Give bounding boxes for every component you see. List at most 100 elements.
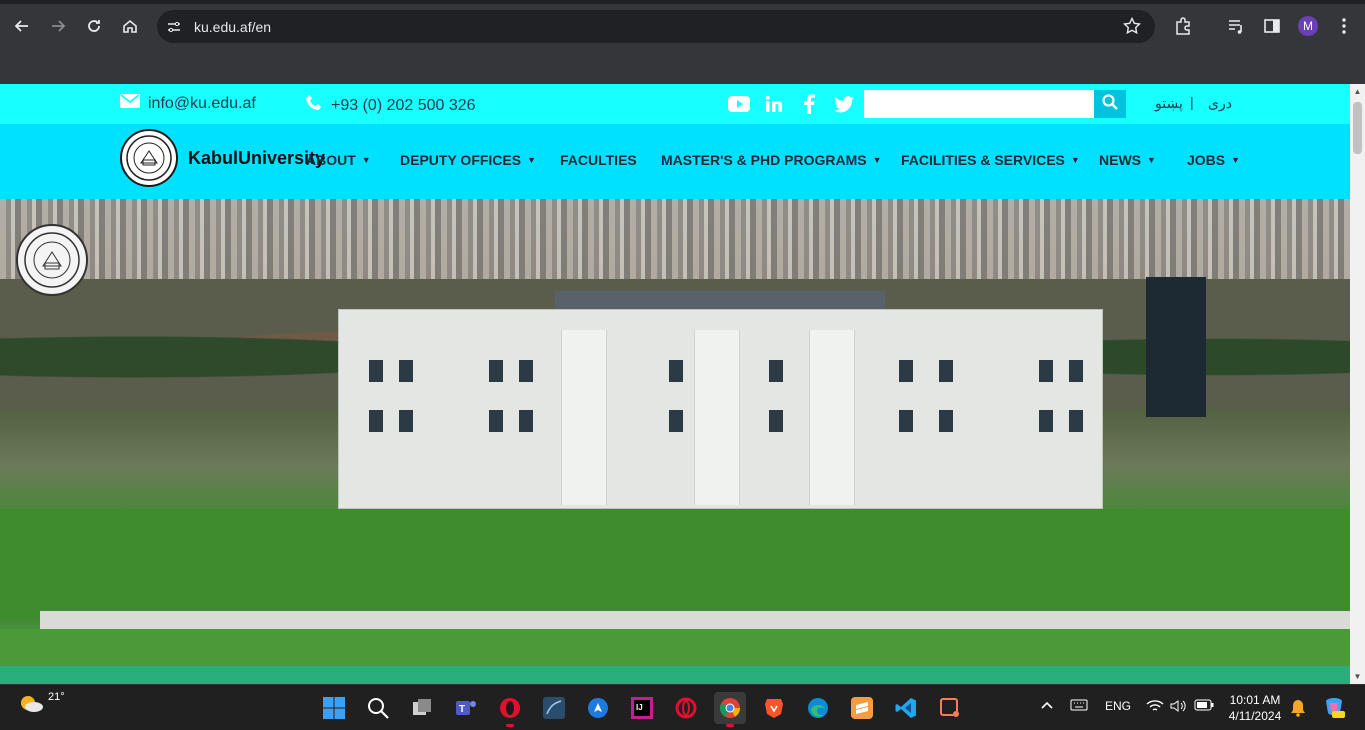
nav-facilities-services-label: FACILITIES & SERVICES — [901, 152, 1065, 168]
facebook-icon[interactable] — [798, 94, 820, 114]
chevron-down-icon: ▼ — [361, 155, 371, 165]
language-indicator[interactable]: ENG — [1105, 699, 1131, 713]
nav-news[interactable]: NEWS ▼ — [1099, 152, 1156, 168]
brand-name[interactable]: KabulUniversity — [188, 148, 325, 169]
youtube-icon[interactable] — [728, 94, 750, 114]
page-scrollbar[interactable]: ▲ ▼ — [1350, 84, 1365, 684]
nav-deputy-offices[interactable]: DEPUTY OFFICES ▼ — [400, 152, 536, 168]
back-icon[interactable] — [10, 14, 34, 38]
contact-topbar: info@ku.edu.af +93 (0) 202 500 326 پښتو — [0, 84, 1350, 124]
university-logo[interactable] — [120, 129, 178, 187]
svg-text:T: T — [459, 704, 465, 715]
clock-date: 4/11/2024 — [1228, 709, 1282, 723]
hero-bottom-overlay — [0, 666, 1350, 684]
opera-gx-icon[interactable] — [494, 692, 526, 727]
chrome-icon[interactable] — [714, 692, 746, 727]
main-navigation: KabulUniversity ABOUT ▼ DEPUTY OFFICES ▼… — [0, 124, 1350, 199]
battery-icon[interactable] — [1194, 699, 1214, 714]
linkedin-icon[interactable] — [763, 94, 785, 114]
snipping-icon[interactable] — [934, 692, 966, 724]
weather-widget[interactable]: 21° — [18, 690, 65, 716]
bookmark-star-icon[interactable] — [1122, 16, 1142, 35]
windows-start-icon[interactable] — [318, 692, 350, 724]
windows-taskbar: 21° T IJ ENG 10:01 AM 4/11/2024 — [0, 684, 1365, 730]
nav-masters-phd[interactable]: MASTER'S & PHD PROGRAMS ▼ — [661, 152, 882, 168]
email-link[interactable]: info@ku.edu.af — [120, 94, 256, 113]
svg-text:IJ: IJ — [636, 703, 643, 712]
site-search-input[interactable] — [864, 90, 1094, 118]
chevron-down-icon: ▼ — [1070, 155, 1080, 165]
notification-bell-icon[interactable] — [1290, 699, 1306, 720]
nav-facilities-services[interactable]: FACILITIES & SERVICES ▼ — [901, 152, 1080, 168]
edge-icon[interactable] — [802, 692, 834, 724]
temperature-text: 21° — [48, 690, 65, 703]
nav-about-label: ABOUT — [306, 152, 356, 168]
weather-sun-icon — [18, 693, 44, 716]
wifi-icon[interactable] — [1146, 699, 1164, 716]
url-text[interactable]: ku.edu.af/en — [194, 19, 271, 35]
nav-faculties[interactable]: FACULTIES — [560, 152, 637, 168]
sql-icon[interactable] — [538, 692, 570, 724]
lang-dari-link[interactable]: دری — [1208, 95, 1232, 112]
menu-dots-icon[interactable] — [1334, 16, 1354, 36]
browser-toolbar: ku.edu.af/en M — [0, 0, 1365, 52]
system-clock[interactable]: 10:01 AM 4/11/2024 — [1226, 692, 1284, 724]
page-viewport: info@ku.edu.af +93 (0) 202 500 326 پښتو — [0, 84, 1350, 684]
site-info-icon[interactable] — [167, 20, 181, 34]
phone-icon — [305, 94, 323, 117]
scroll-up-icon[interactable]: ▲ — [1353, 87, 1362, 96]
sublime-icon[interactable] — [846, 692, 878, 724]
hero-glass-tower — [1146, 277, 1206, 417]
email-text[interactable]: info@ku.edu.af — [148, 95, 256, 113]
opera-icon[interactable] — [670, 692, 702, 724]
nav-jobs[interactable]: JOBS ▼ — [1187, 152, 1240, 168]
brave-icon[interactable] — [758, 692, 790, 724]
lang-pashto-link[interactable]: پښتو — [1155, 95, 1183, 112]
scroll-thumb[interactable] — [1353, 102, 1362, 154]
lang-separator: | — [1190, 94, 1194, 110]
media-icon[interactable] — [1226, 16, 1246, 36]
hero-solar-roof — [555, 291, 885, 311]
nav-news-label: NEWS — [1099, 152, 1141, 168]
side-panel-icon[interactable] — [1262, 16, 1282, 36]
intellij-icon[interactable]: IJ — [626, 692, 658, 724]
keyboard-icon[interactable] — [1070, 699, 1088, 714]
reload-icon[interactable] — [82, 14, 106, 38]
profile-avatar[interactable]: M — [1298, 16, 1318, 36]
hero-main-building — [338, 309, 1103, 509]
phone-link[interactable]: +93 (0) 202 500 326 — [305, 94, 476, 117]
vscode-icon[interactable] — [890, 692, 922, 724]
task-view-icon[interactable] — [406, 692, 438, 724]
nav-jobs-label: JOBS — [1187, 152, 1226, 168]
hero-city-background — [0, 199, 1350, 289]
search-button[interactable] — [1094, 90, 1126, 118]
extensions-icon[interactable] — [1173, 16, 1193, 36]
tray-overflow-chevron[interactable] — [1041, 699, 1053, 713]
volume-icon[interactable] — [1170, 699, 1188, 716]
nav-faculties-label: FACULTIES — [560, 152, 637, 168]
hero-path — [40, 611, 1350, 629]
copilot-icon[interactable] — [582, 692, 614, 724]
clock-time: 10:01 AM — [1229, 693, 1281, 707]
nav-deputy-offices-label: DEPUTY OFFICES — [400, 152, 522, 168]
teams-icon[interactable]: T — [450, 692, 482, 724]
hero-lawn — [0, 509, 1350, 619]
address-bar[interactable]: ku.edu.af/en — [157, 10, 1155, 43]
hero-seal-logo — [16, 224, 88, 296]
chevron-down-icon: ▼ — [1231, 155, 1241, 165]
search-icon[interactable] — [362, 692, 394, 724]
bookmarks-bar — [0, 52, 1365, 84]
home-icon[interactable] — [118, 14, 142, 38]
tab-strip — [0, 0, 1365, 4]
envelope-icon — [120, 94, 140, 113]
phone-text[interactable]: +93 (0) 202 500 326 — [331, 97, 476, 115]
chevron-down-icon: ▼ — [1147, 155, 1156, 165]
chevron-down-icon: ▼ — [872, 155, 882, 165]
copilot-pre-icon[interactable] — [1322, 695, 1346, 722]
twitter-icon[interactable] — [833, 94, 855, 114]
forward-icon[interactable] — [46, 14, 70, 38]
nav-about[interactable]: ABOUT ▼ — [306, 152, 371, 168]
nav-masters-phd-label: MASTER'S & PHD PROGRAMS — [661, 152, 867, 168]
chevron-down-icon: ▼ — [527, 155, 537, 165]
scroll-down-icon[interactable]: ▼ — [1353, 672, 1362, 681]
